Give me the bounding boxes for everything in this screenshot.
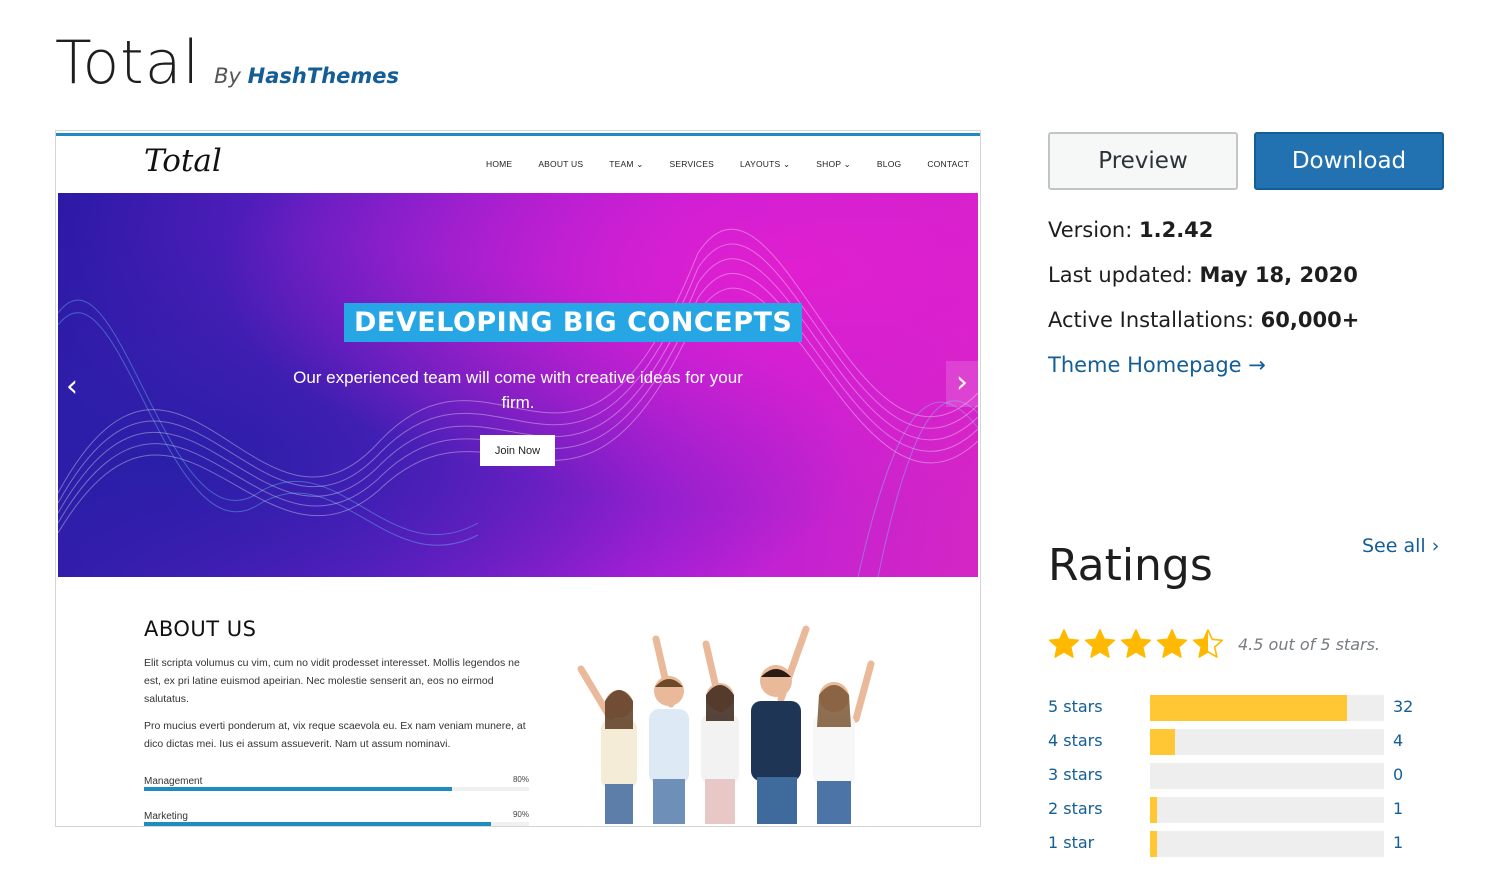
rating-bar-fill: [1150, 831, 1158, 857]
star-filled-icon: [1156, 629, 1188, 658]
rating-row-1-star[interactable]: 1 star 1: [1048, 831, 1428, 857]
active-installations-label: Active Installations:: [1048, 308, 1254, 332]
slider-next-arrow: ›: [946, 361, 978, 407]
rating-bar-fill: [1150, 797, 1158, 823]
skill-track: [144, 822, 529, 826]
skill-percent: 80%: [512, 775, 529, 784]
skill-fill: [144, 822, 491, 826]
screenshot-nav-item: SHOP ⌄: [816, 159, 851, 169]
rating-bar-track: [1150, 695, 1384, 721]
rating-row-count: 32: [1393, 697, 1414, 716]
screenshot-nav-item: BLOG: [876, 159, 902, 169]
skill-label: Management: [144, 776, 203, 787]
preview-button[interactable]: Preview: [1048, 132, 1238, 190]
rating-row-count: 1: [1393, 833, 1404, 852]
screenshot-nav: HOME ABOUT US TEAM ⌄ SERVICES LAYOUTS ⌄ …: [486, 159, 980, 170]
screenshot-nav-item: ABOUT US: [538, 159, 584, 169]
hero-headline: DEVELOPING BIG CONCEPTS: [344, 303, 803, 342]
star-rating: 4.5 out of 5 stars.: [1048, 628, 1380, 660]
byline: By HashThemes: [214, 64, 399, 88]
hero-subtext: Our experienced team will come with crea…: [293, 368, 743, 412]
last-updated-value: May 18, 2020: [1199, 263, 1358, 287]
star-half-icon: [1192, 629, 1224, 658]
skill-bar-management: Management 80%: [144, 771, 529, 791]
download-button[interactable]: Download: [1254, 132, 1444, 190]
screenshot-hero: ‹ › DEVELOPING BIG CONCEPTS Our experien…: [58, 193, 978, 577]
theme-screenshot: Total HOME ABOUT US TEAM ⌄ SERVICES LAYO…: [55, 130, 981, 827]
version-value: 1.2.42: [1139, 218, 1214, 242]
rating-row-label[interactable]: 2 stars: [1048, 799, 1103, 818]
about-paragraph: Pro mucius everti ponderum at, vix reque…: [144, 720, 526, 750]
theme-homepage-link[interactable]: Theme Homepage →: [1048, 353, 1266, 377]
rating-bar-track: [1150, 797, 1384, 823]
screenshot-nav-item: TEAM ⌄: [609, 159, 644, 169]
screenshot-nav-item: SERVICES: [669, 159, 714, 169]
star-filled-icon: [1084, 629, 1116, 658]
star-filled-icon: [1120, 629, 1152, 658]
rating-row-count: 0: [1393, 765, 1404, 784]
rating-row-3-stars[interactable]: 3 stars 0: [1048, 763, 1428, 789]
author-link[interactable]: HashThemes: [248, 64, 399, 88]
screenshot-nav-item: HOME: [486, 159, 513, 169]
active-installations-value: 60,000+: [1260, 308, 1360, 332]
skill-label: Marketing: [144, 811, 188, 822]
rating-summary: 4.5 out of 5 stars.: [1238, 634, 1381, 654]
slider-prev-arrow: ‹: [66, 369, 78, 404]
join-now-button: Join Now: [480, 435, 555, 466]
rating-row-count: 1: [1393, 799, 1404, 818]
screenshot-top-border: [56, 133, 980, 136]
theme-name: Total: [55, 28, 201, 98]
rating-row-label[interactable]: 1 star: [1048, 833, 1094, 852]
skill-fill: [144, 787, 452, 791]
rating-row-2-stars[interactable]: 2 stars 1: [1048, 797, 1428, 823]
active-installations-info: Active Installations: 60,000+: [1048, 308, 1359, 332]
last-updated-label: Last updated:: [1048, 263, 1193, 287]
star-filled-icon: [1048, 629, 1080, 658]
ratings-title: Ratings: [1048, 540, 1213, 591]
rating-bar-fill: [1150, 729, 1175, 755]
about-title: ABOUT US: [144, 617, 257, 641]
rating-row-count: 4: [1393, 731, 1404, 750]
version-label: Version:: [1048, 218, 1133, 242]
rating-row-label[interactable]: 3 stars: [1048, 765, 1103, 784]
screenshot-logo: Total: [144, 143, 222, 179]
skill-bar-marketing: Marketing 90%: [144, 806, 529, 826]
rating-bar-track: [1150, 729, 1384, 755]
screenshot-nav-item: LAYOUTS ⌄: [739, 159, 791, 169]
rating-row-label[interactable]: 4 stars: [1048, 731, 1103, 750]
about-paragraph: Elit scripta volumus cu vim, cum no vidi…: [144, 657, 520, 705]
see-all-ratings-link[interactable]: See all ›: [1362, 535, 1439, 557]
version-info: Version: 1.2.42: [1048, 218, 1213, 242]
rating-bar-fill: [1150, 695, 1348, 721]
theme-title-row: Total By HashThemes: [55, 28, 399, 98]
rating-bar-track: [1150, 831, 1384, 857]
by-label: By: [214, 64, 241, 88]
rating-row-4-stars[interactable]: 4 stars 4: [1048, 729, 1428, 755]
rating-row-5-stars[interactable]: 5 stars 32: [1048, 695, 1428, 721]
skill-percent: 90%: [512, 810, 529, 819]
screenshot-nav-item: CONTACT: [927, 159, 970, 169]
team-photo-image: [577, 625, 875, 824]
skill-track: [144, 787, 529, 791]
last-updated-info: Last updated: May 18, 2020: [1048, 263, 1358, 287]
rating-row-label[interactable]: 5 stars: [1048, 697, 1103, 716]
rating-bar-track: [1150, 763, 1384, 789]
